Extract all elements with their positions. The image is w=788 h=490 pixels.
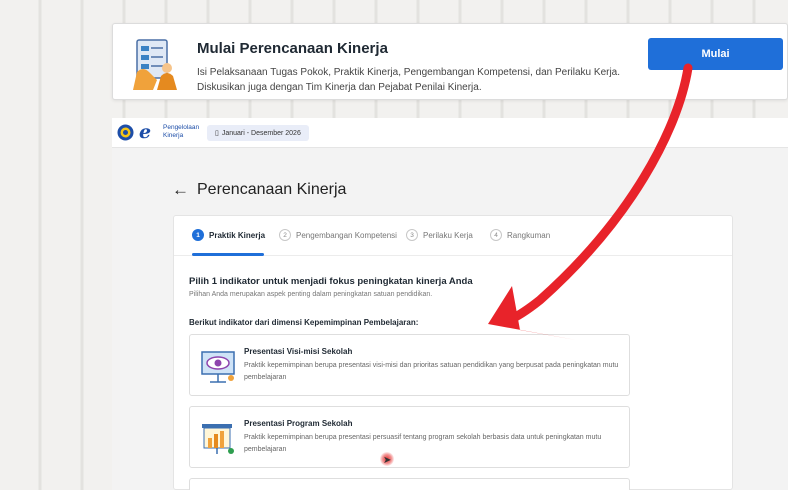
option-description: Praktik kepemimpinan berupa presentasi p…: [244, 434, 602, 453]
period-chip[interactable]: ▯ Januari - Desember 2026: [207, 125, 309, 141]
step-number: 4: [490, 229, 502, 241]
page-title: Perencanaan Kinerja: [197, 181, 347, 198]
section-subtitle: Pilihan Anda merupakan aspek penting dal…: [189, 291, 433, 298]
ministry-logo-icon: [117, 124, 134, 141]
tab-perilaku-kerja[interactable]: 3 Perilaku Kerja: [406, 229, 473, 241]
banner-desc-line2: Diskusikan juga dengan Tim Kinerja dan P…: [197, 82, 482, 93]
banner-description: Isi Pelaksanaan Tugas Pokok, Praktik Kin…: [197, 65, 637, 95]
option-description: Praktik kepemimpinan berupa presentasi v…: [244, 362, 619, 381]
option-visi-misi[interactable]: Presentasi Visi-misi Sekolah Praktik kep…: [189, 334, 630, 396]
option-program-sekolah[interactable]: Presentasi Program Sekolah Praktik kepem…: [189, 406, 630, 468]
presentation-chart-icon: [202, 424, 234, 454]
option-partial[interactable]: [189, 478, 630, 490]
banner-desc-line1: Isi Pelaksanaan Tugas Pokok, Praktik Kin…: [197, 67, 621, 78]
banner-title: Mulai Perencanaan Kinerja: [197, 40, 388, 57]
planning-clipboard-icon: [133, 39, 177, 90]
active-tab-indicator: [192, 253, 264, 256]
tab-pengembangan-kompetensi[interactable]: 2 Pengembangan Kompetensi: [279, 229, 397, 241]
logo-line2: Kinerja: [163, 132, 184, 139]
tab-label: Pengembangan Kompetensi: [296, 230, 397, 240]
tab-label: Rangkuman: [507, 230, 551, 240]
start-planning-banner: Mulai Perencanaan Kinerja Isi Pelaksanaa…: [112, 23, 788, 100]
app-logo-icon: e: [139, 121, 152, 143]
tab-label: Praktik Kinerja: [209, 230, 266, 240]
tab-rangkuman[interactable]: 4 Rangkuman: [490, 229, 550, 241]
step-number: 3: [406, 229, 418, 241]
planning-card: 1 Praktik Kinerja 2 Pengembangan Kompete…: [173, 215, 733, 490]
back-arrow-icon[interactable]: ←: [172, 180, 189, 200]
app-header: e Pengelolaan Kinerja ▯ Januari - Desemb…: [112, 118, 788, 148]
step-number: 2: [279, 229, 291, 241]
tab-label: Perilaku Kerja: [423, 230, 473, 240]
section-title: Pilih 1 indikator untuk menjadi fokus pe…: [189, 276, 473, 287]
mouse-pointer-icon: ➤: [383, 455, 392, 466]
app-logo-text: Pengelolaan Kinerja: [163, 124, 199, 140]
page-header: ← Perencanaan Kinerja: [172, 180, 346, 200]
logo-line1: Pengelolaan: [163, 124, 200, 131]
option-title: Presentasi Visi-misi Sekolah: [244, 347, 353, 356]
mulai-button[interactable]: Mulai: [648, 38, 783, 70]
option-title: Presentasi Program Sekolah: [244, 419, 353, 428]
tab-praktik-kinerja[interactable]: 1 Praktik Kinerja: [192, 229, 265, 241]
period-label: Januari - Desember 2026: [221, 129, 301, 137]
calendar-icon: ▯: [215, 130, 219, 137]
dimension-label: Berikut indikator dari dimensi Kepemimpi…: [189, 318, 419, 327]
presentation-eye-icon: [201, 351, 235, 383]
stepper-tabs: 1 Praktik Kinerja 2 Pengembangan Kompete…: [174, 216, 732, 256]
step-number: 1: [192, 229, 204, 241]
